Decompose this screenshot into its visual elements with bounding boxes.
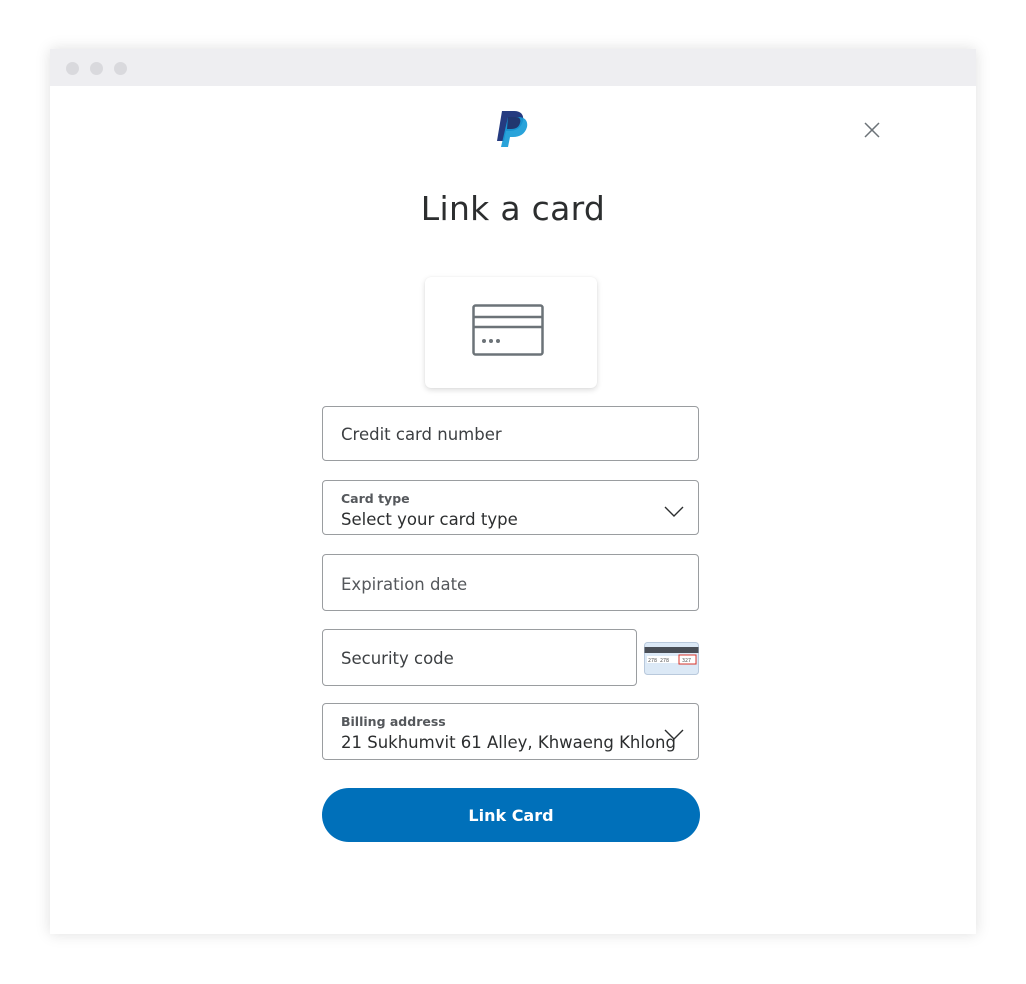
card-number-placeholder: Credit card number (341, 425, 502, 444)
cvv-hint-digits: 327 (682, 658, 691, 664)
cvv-hint-left-digits: 278 278 (648, 658, 669, 664)
browser-window: Link a card Credit card number Card type… (50, 49, 976, 934)
credit-card-icon (472, 304, 544, 356)
card-number-input[interactable]: Credit card number (322, 406, 699, 461)
expiration-date-placeholder: Expiration date (341, 575, 468, 594)
card-type-value: Select your card type (341, 510, 518, 529)
expiration-date-input[interactable]: Expiration date (322, 554, 699, 611)
chevron-down-icon (664, 729, 684, 740)
page-title: Link a card (420, 189, 606, 228)
chevron-down-icon (664, 506, 684, 517)
window-minimize-dot[interactable] (90, 62, 103, 75)
window-maximize-dot[interactable] (114, 62, 127, 75)
billing-address-label: Billing address (341, 714, 446, 729)
window-titlebar (50, 49, 976, 86)
security-code-input[interactable]: Security code (322, 629, 637, 686)
link-card-button[interactable]: Link Card (322, 788, 700, 842)
window-close-dot[interactable] (66, 62, 79, 75)
card-illustration (425, 277, 597, 388)
billing-address-select[interactable]: Billing address 21 Sukhumvit 61 Alley, K… (322, 703, 699, 760)
card-type-select[interactable]: Card type Select your card type (322, 480, 699, 535)
security-code-placeholder: Security code (341, 649, 454, 668)
billing-address-value: 21 Sukhumvit 61 Alley, Khwaeng Khlong Ta… (341, 733, 681, 752)
card-back-cvv-icon: 278 278 327 (644, 642, 699, 675)
close-icon[interactable] (862, 120, 882, 140)
card-type-label: Card type (341, 491, 410, 506)
paypal-logo-icon (497, 111, 528, 147)
